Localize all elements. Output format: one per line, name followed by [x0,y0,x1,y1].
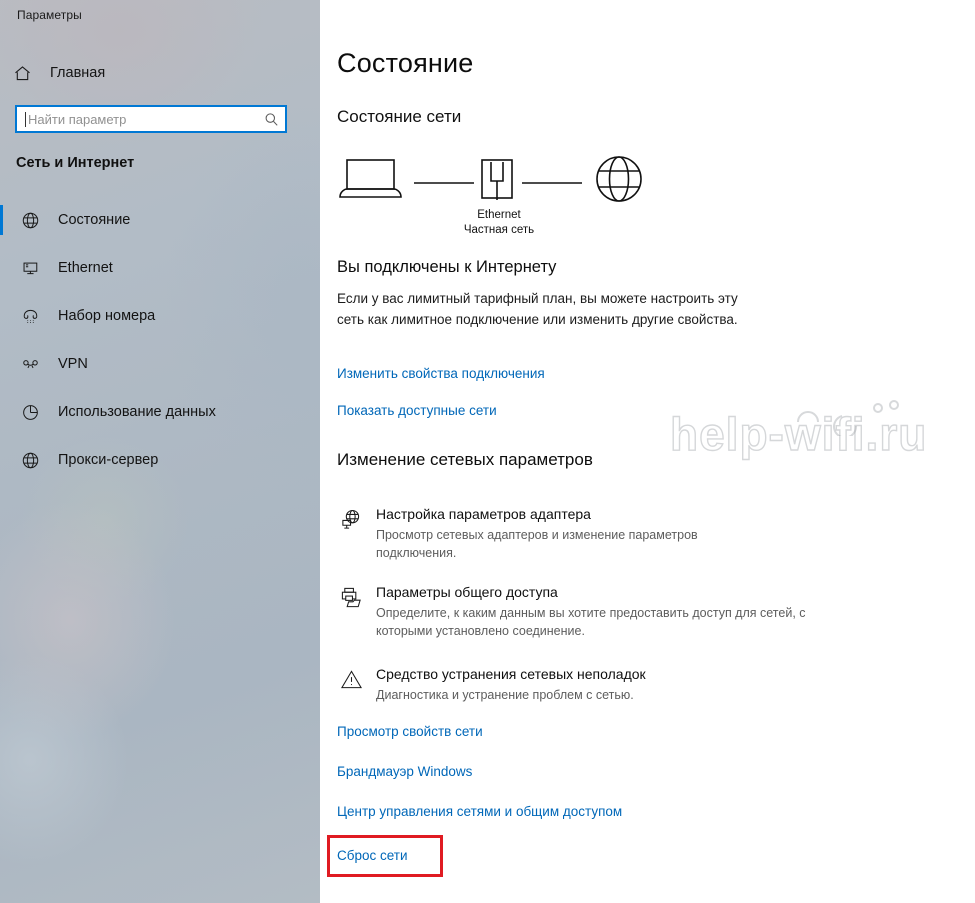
phone-icon [18,304,42,328]
link-change-connection-properties[interactable]: Изменить свойства подключения [337,366,545,381]
sidebar-item-label: Ethernet [58,260,113,276]
option-title: Настройка параметров адаптера [376,506,591,522]
vpn-key-icon [18,352,42,376]
sidebar-item-label: VPN [58,356,88,372]
network-diagram: Ethernet Частная сеть [334,150,664,250]
main-content: Состояние Состояние сети Ethernet Частна… [320,0,975,903]
link-show-available-networks[interactable]: Показать доступные сети [337,403,497,418]
sidebar-item-vpn[interactable]: VPN [0,340,320,388]
option-title: Параметры общего доступа [376,584,558,600]
change-settings-title: Изменение сетевых параметров [337,450,593,469]
warning-triangle-icon [334,665,368,704]
sidebar-item-home[interactable]: Главная [14,58,304,88]
home-icon [14,65,40,82]
globe-icon [596,156,642,202]
sidebar-item-dialup[interactable]: Набор номера [0,292,320,340]
sidebar-item-status[interactable]: Состояние [0,196,320,244]
sidebar-home-label: Главная [50,65,106,81]
page-title: Состояние [337,48,474,78]
app-title: Параметры [17,8,82,22]
sidebar-item-label: Использование данных [58,404,216,420]
ethernet-port-icon [481,159,513,200]
sidebar-section-header: Сеть и Интернет [16,155,135,171]
option-description: Определите, к каким данным вы хотите пре… [376,606,806,638]
link-network-reset[interactable]: Сброс сети [337,848,408,863]
link-windows-firewall[interactable]: Брандмауэр Windows [337,764,472,779]
globe-icon [18,448,42,472]
search-input[interactable] [28,111,264,127]
monitor-plug-icon [18,256,42,280]
search-box[interactable] [15,105,287,133]
sidebar-item-data-usage[interactable]: Использование данных [0,388,320,436]
sidebar-nav: Состояние Ethernet Набор номера VPN Испо… [0,196,320,484]
printer-folder-icon [334,583,368,640]
diagram-connection-name: Ethernet [477,209,521,221]
link-view-network-properties[interactable]: Просмотр свойств сети [337,724,483,739]
option-description: Просмотр сетевых адаптеров и изменение п… [376,528,698,560]
option-description: Диагностика и устранение проблем с сетью… [376,688,634,702]
sidebar-item-label: Состояние [58,212,131,228]
diagram-caption: Ethernet Частная сеть [334,208,664,238]
connected-heading: Вы подключены к Интернету [337,258,557,276]
sidebar-item-label: Набор номера [58,308,156,324]
option-adapter-settings[interactable]: Настройка параметров адаптера Просмотр с… [334,505,784,562]
diagram-network-type: Частная сеть [463,224,535,236]
settings-window: Параметры Главная Сеть и Интернет [0,0,975,903]
option-network-troubleshooter[interactable]: Средство устранения сетевых неполадок Ди… [334,665,784,704]
network-status-title: Состояние сети [337,107,462,126]
sidebar-item-proxy[interactable]: Прокси-сервер [0,436,320,484]
sidebar-item-label: Прокси-сервер [58,452,159,468]
option-sharing-settings[interactable]: Параметры общего доступа Определите, к к… [334,583,806,640]
watermark: help-wifi.ru [669,407,928,460]
search-icon[interactable] [264,112,279,127]
sidebar: Параметры Главная Сеть и Интернет [0,0,320,903]
sidebar-item-ethernet[interactable]: Ethernet [0,244,320,292]
adapter-globe-icon [334,505,368,562]
pie-chart-icon [18,400,42,424]
watermark-decoration [797,400,899,436]
laptop-icon [339,159,402,198]
option-title: Средство устранения сетевых неполадок [376,666,646,682]
connected-description: Если у вас лимитный тарифный план, вы мо… [337,291,738,327]
globe-icon [18,208,42,232]
link-network-sharing-center[interactable]: Центр управления сетями и общим доступом [337,804,622,819]
text-caret [25,111,26,127]
